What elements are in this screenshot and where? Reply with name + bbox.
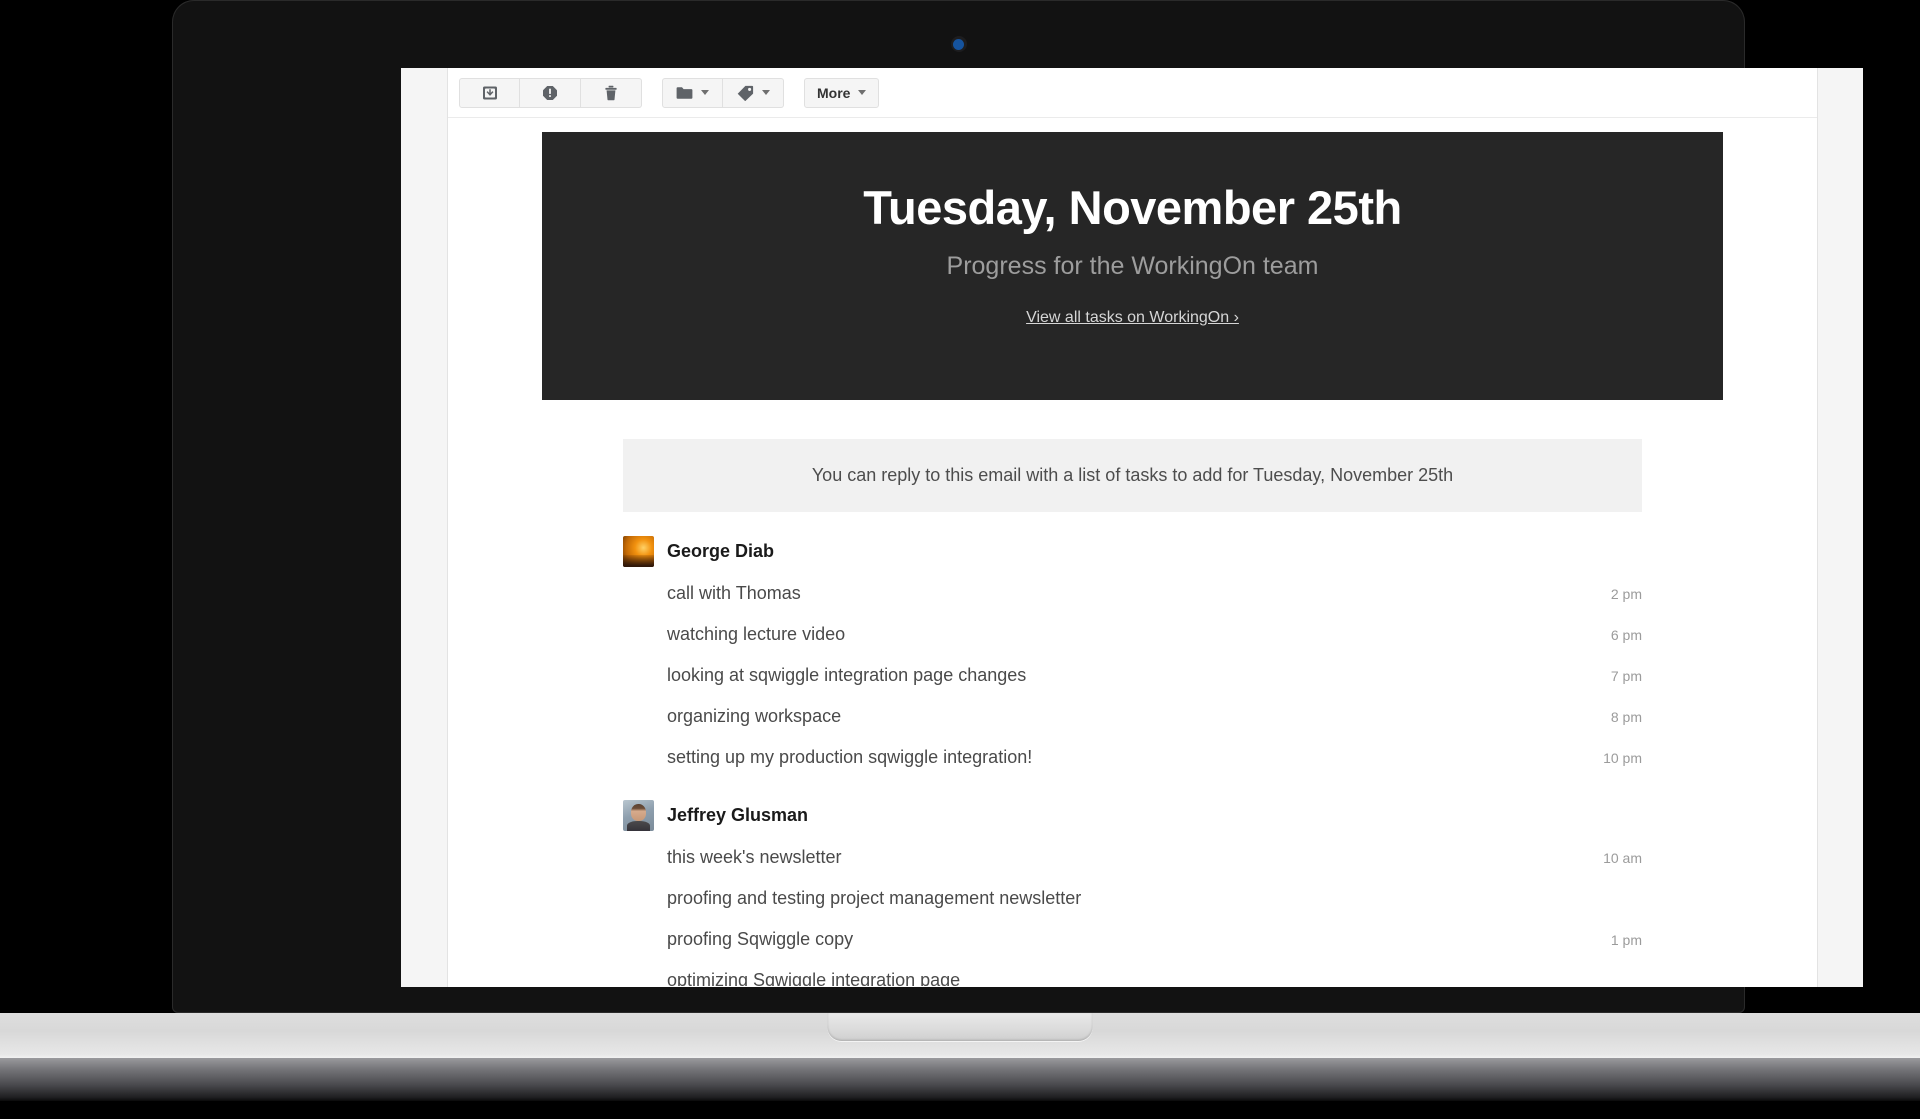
task-row[interactable]: call with Thomas 2 pm	[667, 573, 1642, 614]
person-header: George Diab	[623, 536, 1642, 567]
task-time: 7 pm	[1610, 668, 1642, 684]
archive-icon	[482, 85, 498, 101]
avatar	[623, 800, 654, 831]
task-text: proofing and testing project management …	[667, 888, 1082, 908]
task-row[interactable]: setting up my production sqwiggle integr…	[667, 737, 1642, 778]
laptop-base	[0, 1013, 1920, 1119]
email-hero-title: Tuesday, November 25th	[863, 181, 1402, 234]
person-name: Jeffrey Glusman	[667, 805, 809, 825]
chevron-down-icon	[761, 90, 770, 95]
task-row[interactable]: proofing and testing project management …	[667, 878, 1642, 919]
task-text: watching lecture video	[667, 624, 846, 644]
right-rail	[1817, 68, 1863, 987]
avatar	[623, 536, 654, 567]
task-row[interactable]: optimizing Sqwiggle integration page	[667, 960, 1642, 986]
mail-toolbar: More	[448, 68, 1817, 118]
move-to-folder-button[interactable]	[662, 77, 723, 108]
folder-icon	[676, 86, 693, 100]
task-text: looking at sqwiggle integration page cha…	[667, 665, 1027, 685]
task-text: setting up my production sqwiggle integr…	[667, 747, 1033, 767]
delete-button[interactable]	[581, 77, 642, 108]
archive-button[interactable]	[459, 77, 520, 108]
trash-icon	[603, 85, 619, 101]
email-hero-banner: Tuesday, November 25th Progress for the …	[542, 132, 1723, 400]
task-text: optimizing Sqwiggle integration page	[667, 970, 961, 986]
task-row[interactable]: watching lecture video 6 pm	[667, 614, 1642, 655]
toolbar-group-actions	[459, 77, 642, 108]
chevron-down-icon	[701, 90, 709, 95]
laptop-base-notch	[827, 1013, 1093, 1041]
laptop-base-edge	[0, 1058, 1920, 1101]
left-rail	[401, 68, 448, 987]
task-row[interactable]: this week's newsletter 10 am	[667, 837, 1642, 878]
laptop-base-shadow	[0, 1101, 1920, 1119]
laptop-mockup: More Tuesday, November 25th Progress for…	[0, 0, 1920, 1119]
person-section: George Diab call with Thomas 2 pm watchi…	[623, 536, 1642, 778]
mail-client: More Tuesday, November 25th Progress for…	[401, 68, 1863, 987]
labels-button[interactable]	[723, 77, 784, 108]
toolbar-group-more: More	[804, 77, 880, 108]
reply-instruction-note: You can reply to this email with a list …	[623, 439, 1642, 512]
more-button-label: More	[817, 84, 851, 101]
task-text: proofing Sqwiggle copy	[667, 929, 854, 949]
task-row[interactable]: proofing Sqwiggle copy 1 pm	[667, 919, 1642, 960]
people-task-sections: George Diab call with Thomas 2 pm watchi…	[623, 536, 1642, 986]
task-time: 2 pm	[1610, 586, 1642, 602]
mail-content-pane: More Tuesday, November 25th Progress for…	[448, 68, 1817, 987]
task-time: 10 am	[1603, 850, 1642, 866]
email-body: Tuesday, November 25th Progress for the …	[448, 118, 1817, 986]
reply-instruction-text: You can reply to this email with a list …	[811, 465, 1454, 485]
task-text: organizing workspace	[667, 706, 842, 726]
report-spam-button[interactable]	[520, 77, 581, 108]
task-row[interactable]: looking at sqwiggle integration page cha…	[667, 655, 1642, 696]
task-text: call with Thomas	[667, 583, 801, 603]
task-row[interactable]: organizing workspace 8 pm	[667, 696, 1642, 737]
task-text: this week's newsletter	[667, 847, 842, 867]
laptop-lid: More Tuesday, November 25th Progress for…	[172, 0, 1863, 1013]
task-time: 1 pm	[1610, 932, 1642, 948]
camera-indicator-icon	[950, 36, 967, 52]
tag-icon	[737, 85, 754, 101]
chevron-down-icon	[858, 90, 867, 95]
person-section: Jeffrey Glusman this week's newsletter 1…	[623, 800, 1642, 986]
task-time: 10 pm	[1603, 750, 1642, 766]
laptop-base-top	[0, 1013, 1920, 1058]
task-list: call with Thomas 2 pm watching lecture v…	[667, 573, 1642, 778]
email-hero-subtitle: Progress for the WorkingOn team	[946, 251, 1319, 280]
view-all-tasks-link[interactable]: View all tasks on WorkingOn ›	[1026, 309, 1239, 327]
person-header: Jeffrey Glusman	[623, 800, 1642, 831]
more-button[interactable]: More	[804, 77, 880, 108]
toolbar-group-organize	[662, 77, 784, 108]
task-time: 6 pm	[1610, 627, 1642, 643]
task-list: this week's newsletter 10 am proofing an…	[667, 837, 1642, 986]
person-name: George Diab	[667, 541, 775, 561]
exclamation-octagon-icon	[542, 85, 558, 101]
task-time: 8 pm	[1610, 709, 1642, 725]
laptop-screen: More Tuesday, November 25th Progress for…	[401, 68, 1863, 987]
